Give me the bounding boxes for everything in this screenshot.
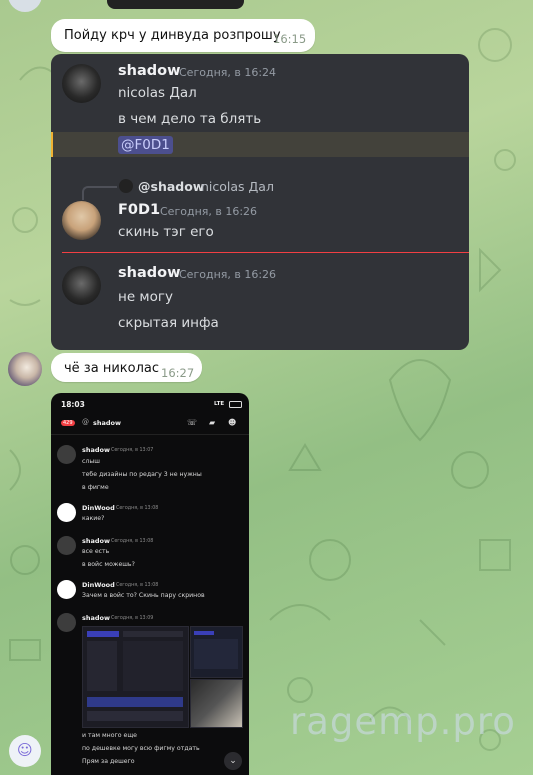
reply-ref-avatar — [119, 179, 133, 193]
battery-icon — [229, 401, 242, 408]
message-bubble[interactable]: чё за николас 16:27 — [51, 353, 202, 382]
message-text: чё за николас — [64, 361, 159, 376]
attachment-image[interactable] — [190, 626, 243, 678]
message-timestamp: Сегодня, в 13:07 — [111, 448, 154, 453]
author-name: DinWood — [82, 504, 115, 512]
user-avatar — [57, 503, 76, 522]
channel-title[interactable]: shadow — [93, 419, 121, 427]
message-timestamp: Сегодня, в 13:08 — [116, 583, 159, 588]
message-text: Пойду крч у динвуда розпрошу — [64, 28, 281, 43]
user-avatar — [57, 536, 76, 555]
attachment-image[interactable] — [190, 679, 243, 728]
message-timestamp: Сегодня, в 13:08 — [111, 539, 154, 544]
message-line: скрытая инфа — [118, 315, 219, 331]
message-timestamp: Сегодня, в 13:08 — [116, 506, 159, 511]
video-icon[interactable]: ▰ — [209, 418, 215, 427]
call-icon[interactable]: ☏ — [187, 418, 197, 427]
author-name: shadow — [82, 614, 111, 622]
user-avatar — [57, 580, 76, 599]
status-network: LTE — [214, 401, 225, 407]
message-line: nicolas Дал — [118, 85, 197, 101]
header-divider — [51, 434, 249, 435]
message-line: какие? — [82, 515, 105, 522]
top-avatar-edge[interactable] — [8, 0, 42, 12]
emoji-panel-button[interactable]: ☺ — [9, 735, 41, 767]
author-name: F0D1 — [118, 202, 161, 218]
status-time: 18:03 — [61, 400, 85, 409]
discord-screenshot[interactable]: shadow Сегодня, в 16:24 nicolas Дал в че… — [51, 54, 469, 350]
sticker-icon: ☺ — [17, 741, 33, 759]
message-line: все есть — [82, 548, 110, 555]
message-timestamp: Сегодня, в 16:26 — [160, 205, 258, 218]
user-avatar — [57, 445, 76, 464]
author-name: DinWood — [82, 581, 115, 589]
author-name: shadow — [82, 537, 111, 545]
scroll-down-button[interactable]: ⌄ — [224, 752, 242, 770]
message-line: тебе дизайны по редагу 3 не нужны — [82, 471, 202, 478]
user-avatar — [62, 266, 101, 305]
message-line: Прям за дешего — [82, 758, 135, 765]
author-name: shadow — [118, 63, 181, 79]
message-line: скинь тэг его — [118, 224, 214, 240]
message-line: в войс можешь? — [82, 561, 135, 568]
reply-connector — [82, 186, 117, 200]
user-avatar — [62, 64, 101, 103]
user-avatar — [62, 201, 101, 240]
author-name: shadow — [82, 446, 111, 454]
message-line: Зачем в войс то? Скинь пару скринов — [82, 592, 205, 599]
at-icon: @ — [82, 418, 89, 426]
message-line: по дешевке могу всю фигму отдать — [82, 745, 200, 752]
reply-ref-text[interactable]: nicolas Дал — [201, 179, 274, 194]
mention-highlight-row — [51, 132, 469, 157]
attachment-image[interactable] — [82, 626, 189, 728]
message-bubble[interactable]: Пойду крч у динвуда розпрошу 16:15 — [51, 19, 315, 52]
message-timestamp: Сегодня, в 16:24 — [179, 66, 277, 79]
message-time: 16:15 — [273, 32, 307, 46]
watermark: ragemp.pro — [290, 700, 516, 743]
message-timestamp: Сегодня, в 16:26 — [179, 268, 277, 281]
message-line: и там много еще — [82, 732, 137, 739]
phone-screenshot[interactable]: 18:03 LTE 429 @ shadow ☏ ▰ ☻ shadow Сего… — [51, 393, 249, 775]
message-line: в чем дело та блять — [118, 111, 262, 127]
user-mention[interactable]: @F0D1 — [118, 136, 173, 154]
previous-media-edge[interactable] — [107, 0, 244, 9]
members-icon[interactable]: ☻ — [228, 418, 236, 427]
message-time: 16:27 — [161, 366, 195, 380]
message-timestamp: Сегодня, в 13:09 — [111, 616, 154, 621]
message-line: не могу — [118, 289, 173, 305]
message-line: слыш — [82, 458, 100, 465]
reply-ref-author[interactable]: @shadow — [138, 179, 204, 194]
new-messages-divider — [62, 252, 469, 253]
message-line: в фигме — [82, 484, 109, 491]
author-name: shadow — [118, 265, 181, 281]
sender-avatar[interactable] — [8, 352, 42, 386]
user-avatar — [57, 613, 76, 632]
unread-badge: 429 — [61, 420, 75, 426]
